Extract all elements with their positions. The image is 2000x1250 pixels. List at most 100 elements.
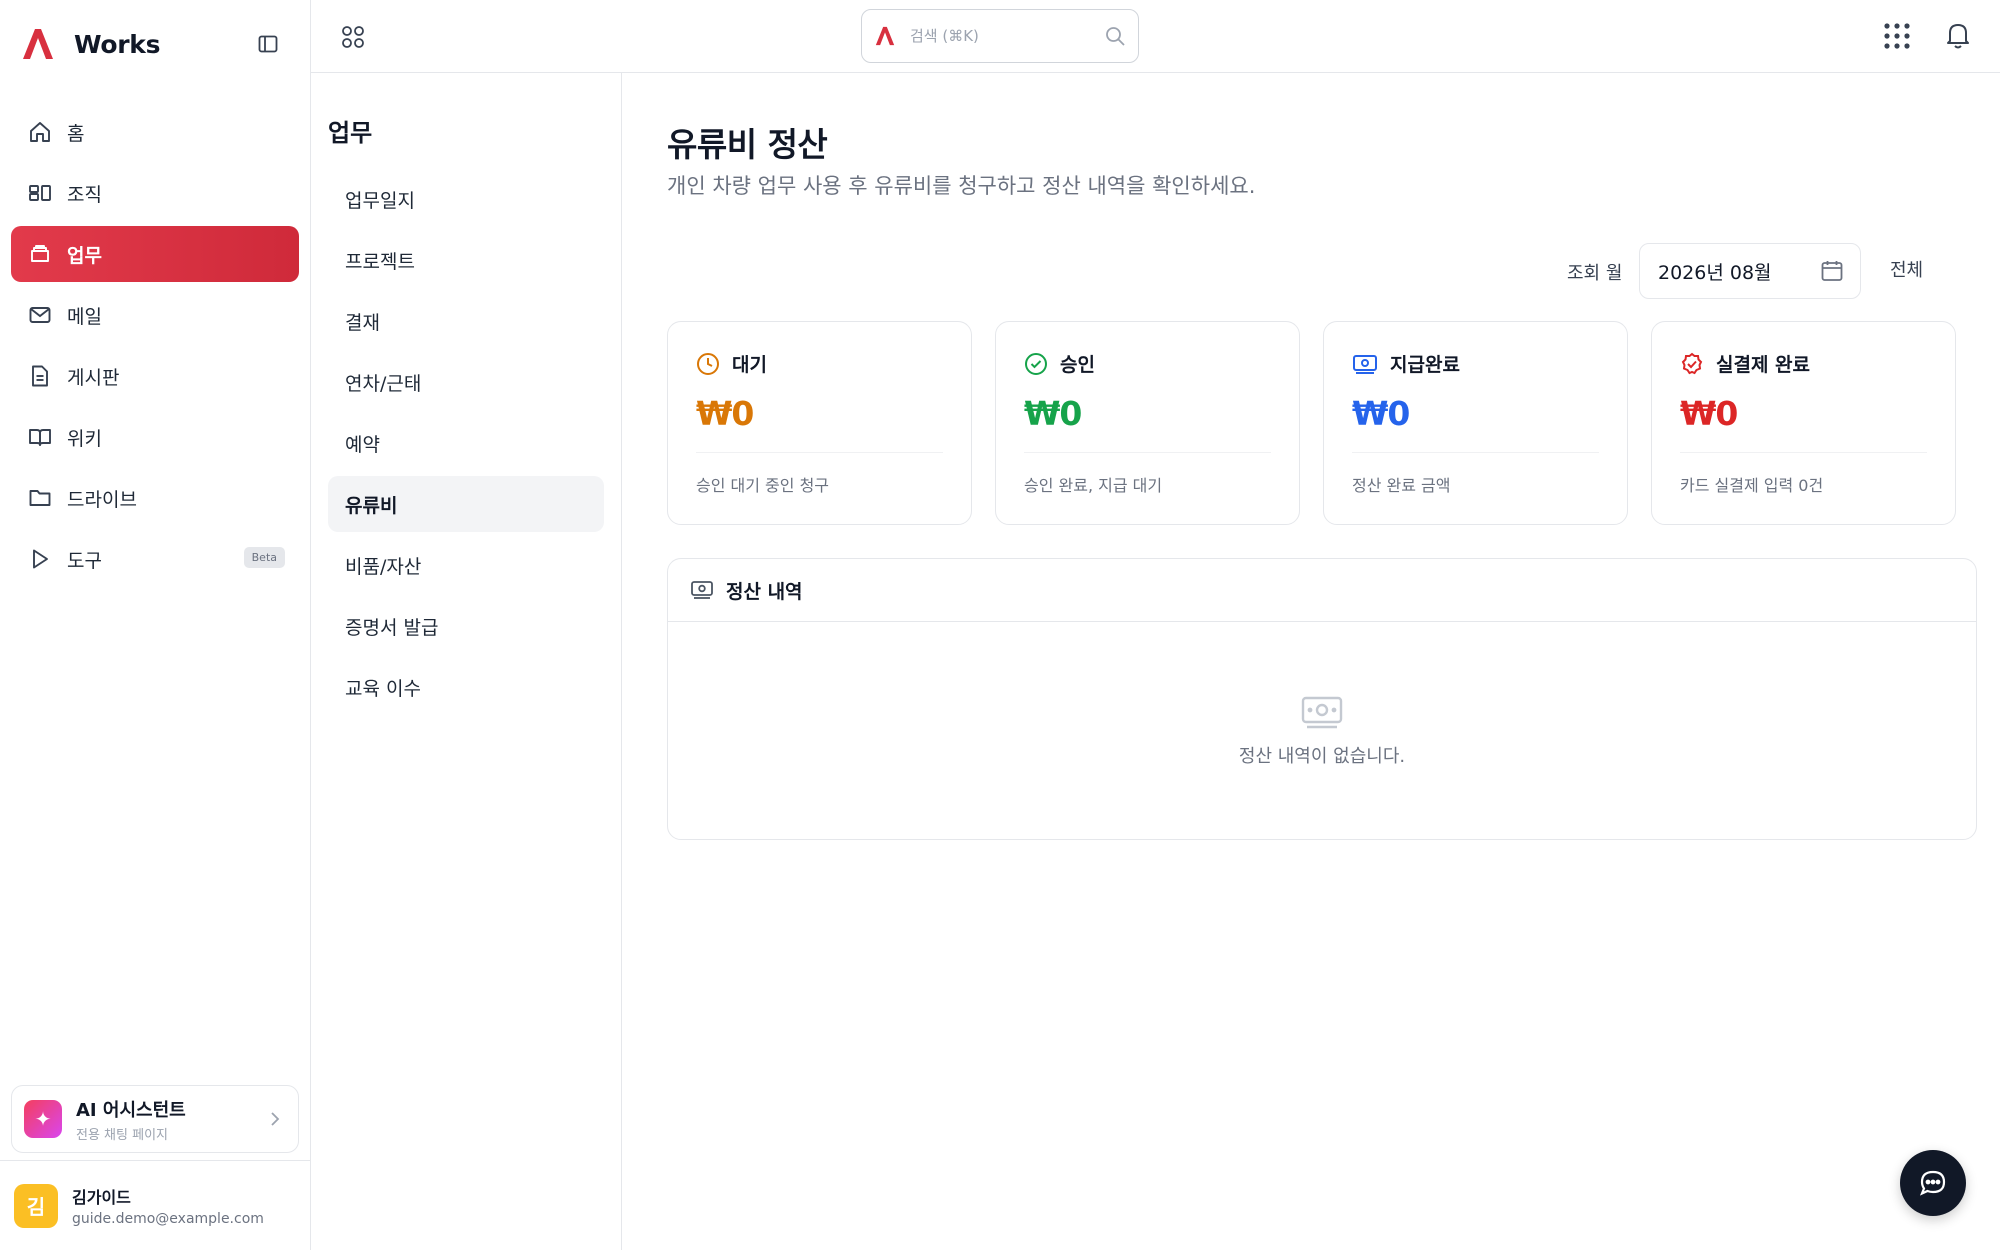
sidebar-item-tools[interactable]: 도구 Beta (11, 531, 299, 587)
main-nav: 홈 조직 업무 메일 게시판 위키 드라이브 도구 Beta (11, 104, 299, 592)
all-filter-button[interactable]: 전체 (1890, 256, 1923, 282)
card-subtext: 정산 완료 금액 (1352, 476, 1451, 495)
summary-card-settled: 실결제 완료 ₩0 카드 실결제 입력 0건 (1651, 321, 1956, 525)
history-title: 정산 내역 (726, 580, 803, 603)
card-amount: ₩0 (696, 394, 754, 433)
sidebar-item-label: 조직 (67, 183, 102, 206)
summary-card-paid: 지급완료 ₩0 정산 완료 금액 (1323, 321, 1628, 525)
card-label: 지급완료 (1390, 354, 1460, 376)
sidebar-item-wiki[interactable]: 위키 (11, 409, 299, 465)
subnav-item-fuel[interactable]: 유류비 (328, 476, 604, 532)
grid-menu-button[interactable] (338, 22, 368, 52)
subnav-item-approval[interactable]: 결재 (328, 293, 604, 349)
sidebar-collapse-button[interactable] (254, 30, 282, 58)
subnav-item-project[interactable]: 프로젝트 (328, 232, 604, 288)
subnav-item-leave[interactable]: 연차/근태 (328, 354, 604, 410)
play-icon (27, 546, 53, 572)
search-box[interactable] (861, 9, 1139, 63)
search-icon[interactable] (1104, 25, 1126, 47)
subnav-item-reservation[interactable]: 예약 (328, 415, 604, 471)
clock-icon (697, 352, 719, 375)
month-value: 2026년 08월 (1658, 261, 1772, 284)
month-picker[interactable]: 2026년 08월 (1639, 243, 1861, 299)
notifications-button[interactable] (1941, 18, 1975, 52)
brand[interactable]: Works (20, 24, 161, 64)
card-divider (696, 452, 943, 453)
sub-nav: 업무 업무일지 프로젝트 결재 연차/근태 예약 유류비 비품/자산 증명서 발… (311, 73, 622, 1250)
user-profile[interactable]: 김 김가이드 guide.demo@example.com (0, 1160, 311, 1250)
sidebar: Works 홈 조직 업무 메일 게시판 위키 드라이브 도구 Beta ✦ A… (0, 0, 311, 1250)
sidebar-item-label: 드라이브 (67, 488, 137, 511)
empty-state: 정산 내역이 없습니다. (668, 622, 1976, 840)
sidebar-item-mail[interactable]: 메일 (11, 287, 299, 343)
panel-icon (258, 35, 278, 53)
sidebar-item-board[interactable]: 게시판 (11, 348, 299, 404)
chevron-right-icon (271, 1112, 280, 1126)
summary-card-pending: 대기 ₩0 승인 대기 중인 청구 (667, 321, 972, 525)
summary-card-approved: 승인 ₩0 승인 완료, 지급 대기 (995, 321, 1300, 525)
brand-logo-icon (23, 29, 53, 59)
card-divider (1680, 452, 1927, 453)
sidebar-item-home[interactable]: 홈 (11, 104, 299, 160)
money-icon (691, 581, 713, 599)
subnav-item-worklog[interactable]: 업무일지 (328, 171, 604, 227)
grid-icon (342, 26, 364, 48)
sidebar-item-label: 업무 (67, 244, 102, 267)
settlement-history-panel: 정산 내역 정산 내역이 없습니다. (667, 558, 1977, 840)
sidebar-item-label: 홈 (67, 122, 85, 145)
card-amount: ₩0 (1024, 394, 1082, 433)
card-subtext: 승인 대기 중인 청구 (696, 476, 830, 495)
empty-state-text: 정산 내역이 없습니다. (1238, 746, 1406, 767)
subnav-item-training[interactable]: 교육 이수 (328, 659, 604, 715)
main-content: 유류비 정산 개인 차량 업무 사용 후 유류비를 청구하고 정산 내역을 확인… (622, 73, 2000, 1250)
search-input[interactable] (910, 27, 1090, 45)
subnav-item-certificate[interactable]: 증명서 발급 (328, 598, 604, 654)
calendar-icon (1821, 261, 1843, 281)
sidebar-item-label: 게시판 (67, 366, 120, 389)
money-icon (1301, 696, 1343, 729)
topbar (311, 0, 2000, 73)
card-subtext: 카드 실결제 입력 0건 (1680, 476, 1824, 495)
sidebar-item-drive[interactable]: 드라이브 (11, 470, 299, 526)
user-email: guide.demo@example.com (72, 1211, 264, 1227)
sidebar-item-org[interactable]: 조직 (11, 165, 299, 221)
money-icon (1353, 354, 1377, 374)
book-icon (27, 424, 53, 450)
home-icon (27, 119, 53, 145)
sidebar-item-label: 위키 (67, 427, 102, 450)
check-circle-icon (1025, 352, 1047, 375)
folder-icon (27, 485, 53, 511)
work-icon (27, 241, 53, 267)
ai-assistant-card[interactable]: ✦ AI 어시스턴트 전용 채팅 페이지 (11, 1085, 299, 1153)
card-subtext: 승인 완료, 지급 대기 (1024, 476, 1163, 495)
sparkle-icon: ✦ (24, 1100, 62, 1138)
card-amount: ₩0 (1680, 394, 1738, 433)
chat-button[interactable] (1900, 1150, 1966, 1216)
badge-check-icon (1681, 352, 1703, 374)
apps-button[interactable] (1881, 20, 1913, 52)
sidebar-item-label: 도구 (67, 549, 102, 572)
board-icon (27, 363, 53, 389)
card-divider (1024, 452, 1271, 453)
ai-assistant-subtitle: 전용 채팅 페이지 (76, 1127, 168, 1143)
subnav-title: 업무 (328, 119, 373, 147)
card-label: 대기 (732, 354, 767, 376)
brand-logo-icon (875, 26, 895, 46)
sidebar-item-label: 메일 (67, 305, 102, 328)
apps-grid-icon (1884, 23, 1910, 49)
page-title: 유류비 정산 (667, 125, 828, 164)
avatar: 김 (14, 1183, 58, 1228)
mail-icon (27, 302, 53, 328)
sidebar-item-work[interactable]: 업무 (11, 226, 299, 282)
summary-cards: 대기 ₩0 승인 대기 중인 청구 승인 ₩0 승인 완료, 지급 대기 지급완… (667, 321, 1977, 525)
ai-assistant-title: AI 어시스턴트 (76, 1099, 186, 1121)
card-label: 실결제 완료 (1716, 354, 1811, 376)
card-label: 승인 (1060, 354, 1095, 376)
subnav-item-assets[interactable]: 비품/자산 (328, 537, 604, 593)
card-divider (1352, 452, 1599, 453)
bell-icon (1947, 24, 1969, 49)
brand-name: Works (74, 29, 161, 59)
beta-badge: Beta (243, 547, 285, 568)
card-amount: ₩0 (1352, 394, 1410, 433)
month-filter-label: 조회 월 (1567, 263, 1623, 284)
